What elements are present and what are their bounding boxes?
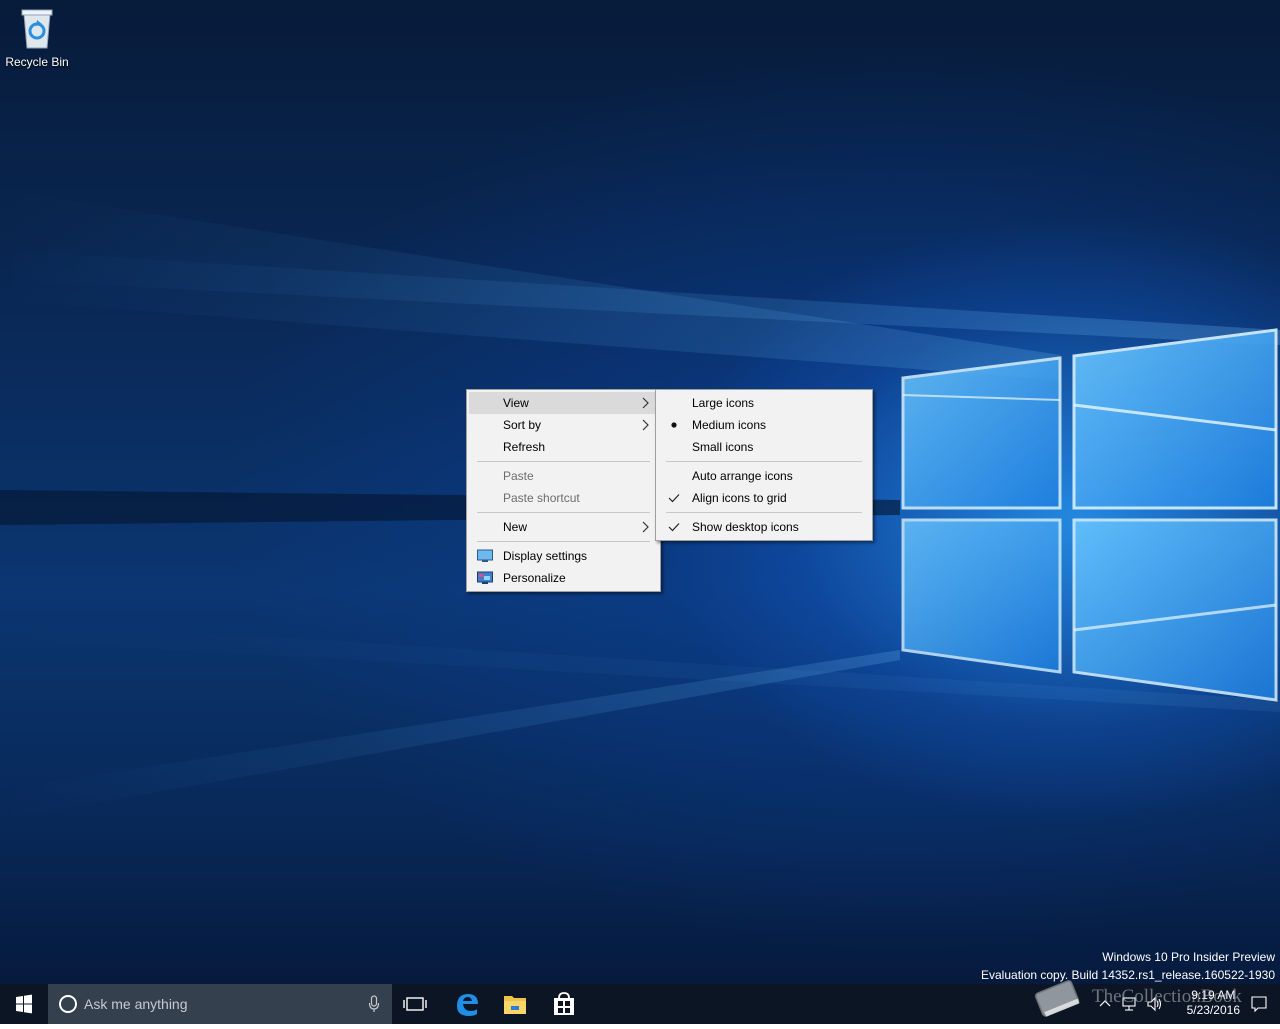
submenu-item-small-icons-label: Small icons [692, 440, 754, 454]
personalize-icon [477, 571, 493, 584]
menu-item-personalize-label: Personalize [503, 571, 566, 585]
menu-separator [477, 512, 650, 513]
menu-item-new[interactable]: New [469, 516, 658, 538]
menu-item-paste-shortcut-label: Paste shortcut [503, 491, 580, 505]
menu-item-display-settings-label: Display settings [503, 549, 588, 563]
microphone-icon[interactable] [368, 995, 380, 1013]
task-view-icon [403, 997, 427, 1011]
recycle-bin-label: Recycle Bin [5, 55, 69, 69]
network-icon[interactable] [1120, 995, 1138, 1013]
menu-item-paste-label: Paste [503, 469, 534, 483]
desktop-icon-recycle-bin[interactable]: Recycle Bin [4, 6, 70, 69]
submenu-item-align-to-grid[interactable]: Align icons to grid [658, 487, 870, 509]
volume-icon[interactable] [1146, 995, 1164, 1013]
cortana-search-box[interactable]: Ask me anything [48, 984, 392, 1024]
menu-item-personalize[interactable]: Personalize [469, 567, 658, 589]
submenu-item-large-icons-label: Large icons [692, 396, 755, 410]
bullet-icon [671, 422, 677, 428]
build-watermark-build: Evaluation copy. Build 14352.rs1_release… [981, 968, 1275, 982]
chevron-right-icon [642, 397, 649, 409]
submenu-item-medium-icons[interactable]: Medium icons [658, 414, 870, 436]
recycle-bin-icon [21, 9, 53, 49]
task-view-button[interactable] [392, 984, 440, 1024]
menu-separator [666, 461, 862, 462]
clock-date: 5/23/2016 [1186, 1003, 1240, 1017]
display-settings-icon [477, 549, 493, 562]
store-icon [554, 992, 574, 1015]
menu-item-display-settings[interactable]: Display settings [469, 545, 658, 567]
submenu-item-show-desktop-icons-label: Show desktop icons [692, 520, 799, 534]
taskbar: Ask me anything 9:19 AM 5/23/2016 [0, 984, 1280, 1024]
submenu-item-small-icons[interactable]: Small icons [658, 436, 870, 458]
file-explorer-button[interactable] [491, 984, 539, 1024]
action-center-icon[interactable] [1250, 995, 1268, 1013]
clock-time: 9:19 AM [1191, 988, 1236, 1002]
menu-separator [477, 461, 650, 462]
menu-item-view-label: View [503, 396, 529, 410]
store-button[interactable] [540, 984, 588, 1024]
start-button[interactable] [0, 984, 48, 1024]
edge-button[interactable] [443, 984, 491, 1024]
menu-separator [477, 541, 650, 542]
file-explorer-icon [504, 996, 526, 1014]
submenu-item-show-desktop-icons[interactable]: Show desktop icons [658, 516, 870, 538]
taskbar-clock[interactable]: 9:19 AM 5/23/2016 [1187, 988, 1240, 1018]
chevron-right-icon [642, 521, 649, 533]
view-submenu: Large icons Medium icons Small icons Aut… [655, 389, 873, 541]
cortana-icon [59, 995, 77, 1013]
edge-icon [457, 994, 478, 1016]
menu-item-sort-by-label: Sort by [503, 418, 542, 432]
checkmark-icon [668, 523, 680, 532]
submenu-item-large-icons[interactable]: Large icons [658, 392, 870, 414]
submenu-item-align-to-grid-label: Align icons to grid [692, 491, 787, 505]
submenu-item-medium-icons-label: Medium icons [692, 418, 767, 432]
submenu-item-auto-arrange-label: Auto arrange icons [692, 469, 793, 483]
search-placeholder: Ask me anything [84, 996, 188, 1012]
menu-item-refresh-label: Refresh [503, 440, 546, 454]
menu-item-paste-shortcut: Paste shortcut [469, 487, 658, 509]
menu-item-new-label: New [503, 520, 528, 534]
menu-separator [666, 512, 862, 513]
desktop-context-menu: View Sort by Refresh Paste Paste shortcu… [466, 389, 661, 592]
build-watermark: Windows 10 Pro Insider Preview Evaluatio… [981, 948, 1275, 984]
chevron-right-icon [642, 419, 649, 431]
system-tray: 9:19 AM 5/23/2016 [1010, 984, 1280, 1024]
menu-item-sort-by[interactable]: Sort by [469, 414, 658, 436]
checkmark-icon [668, 494, 680, 503]
submenu-item-auto-arrange[interactable]: Auto arrange icons [658, 465, 870, 487]
build-watermark-edition: Windows 10 Pro Insider Preview [1102, 950, 1275, 964]
desktop[interactable]: Recycle Bin View Sort by Refresh Paste P… [0, 0, 1280, 984]
show-hidden-icons-chevron-icon[interactable] [1098, 996, 1112, 1012]
menu-item-refresh[interactable]: Refresh [469, 436, 658, 458]
windows-logo-icon [16, 994, 32, 1014]
menu-item-paste: Paste [469, 465, 658, 487]
menu-item-view[interactable]: View [469, 392, 658, 414]
